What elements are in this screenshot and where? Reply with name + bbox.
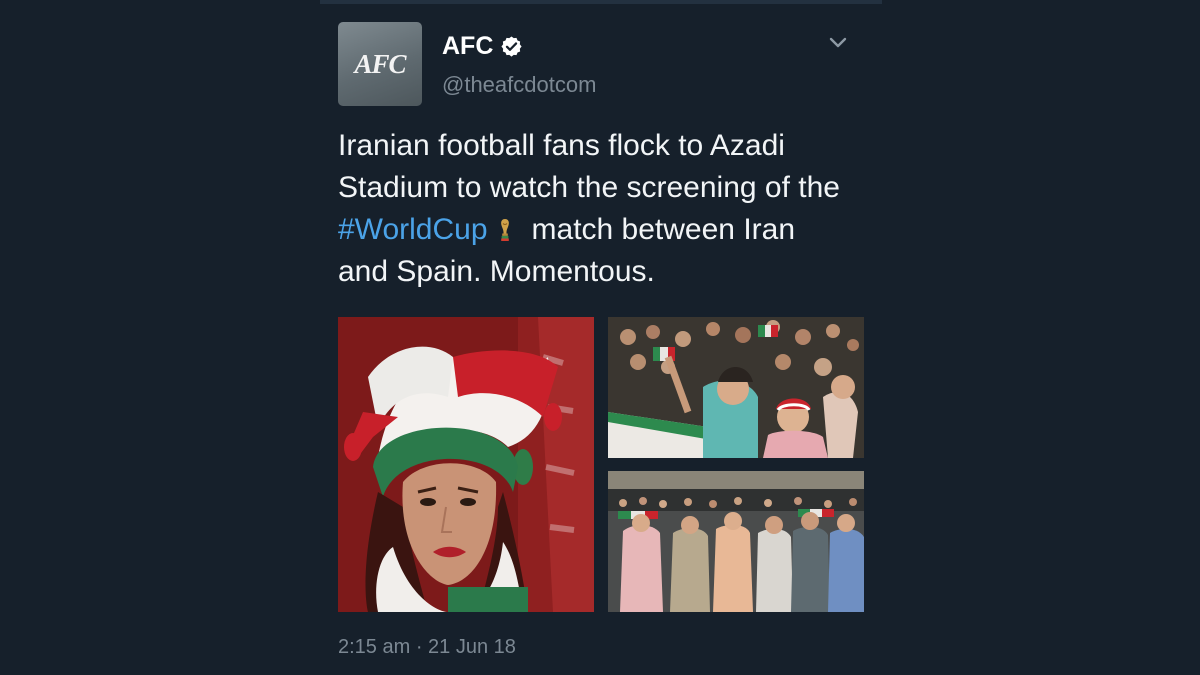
tweet-text-rest: match between Iran <box>531 213 796 246</box>
tweet-text-line: and Spain. Momentous. <box>338 255 655 288</box>
media-grid <box>338 317 864 612</box>
display-name[interactable]: AFC <box>442 32 493 61</box>
chevron-down-icon[interactable] <box>825 34 851 52</box>
tweet-timestamp[interactable]: 2:15 am · 21 Jun 18 <box>338 636 516 659</box>
crowd-photo-art <box>608 317 864 458</box>
world-cup-trophy-icon <box>500 219 509 241</box>
tweet-card: AFC AFC @theafcdotcom Iranian football f… <box>320 0 882 675</box>
fan-in-jester-hat-photo[interactable] <box>338 317 594 612</box>
verified-badge-icon <box>501 36 522 57</box>
stadium-stands-photo[interactable] <box>608 471 864 612</box>
tweet-text: Iranian football fans flock to Azadi Sta… <box>338 125 873 293</box>
afc-logo: AFC <box>354 48 406 79</box>
tweet-text-line: Stadium to watch the screening of the <box>338 171 840 204</box>
avatar[interactable]: AFC <box>338 22 422 106</box>
hashtag-link[interactable]: #WorldCup <box>338 213 488 246</box>
author-handle[interactable]: @theafcdotcom <box>442 72 596 98</box>
fan-photo-art <box>338 317 594 612</box>
tweet-text-line: Iranian football fans flock to Azadi <box>338 129 785 162</box>
author-name-row: AFC <box>442 32 523 61</box>
tweet-text-line: #WorldCup match between Iran <box>338 209 873 251</box>
stands-photo-art <box>608 471 864 612</box>
cheering-crowd-photo[interactable] <box>608 317 864 458</box>
